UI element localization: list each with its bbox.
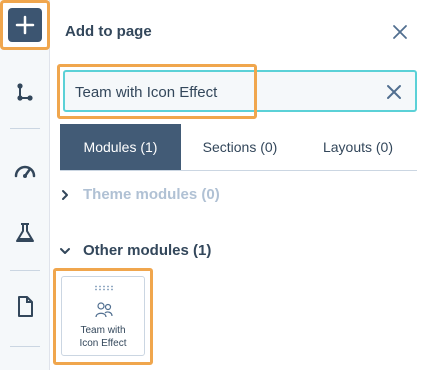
page-settings-button[interactable]: [12, 294, 38, 320]
add-button-highlight: [0, 0, 50, 50]
page-icon: [18, 296, 33, 317]
close-button[interactable]: [391, 23, 409, 41]
gauge-icon: [14, 165, 36, 178]
group-theme-modules[interactable]: Theme modules (0): [59, 186, 220, 203]
flask-icon: [16, 223, 34, 242]
rail-divider: [10, 270, 40, 271]
close-icon: [393, 25, 407, 39]
group-label: Other modules (1): [83, 242, 212, 259]
left-rail: [0, 0, 50, 370]
tab-modules[interactable]: Modules (1): [60, 124, 181, 170]
tab-sections[interactable]: Sections (0): [181, 124, 299, 170]
tab-bar: Modules (1) Sections (0) Layouts (0): [60, 124, 417, 171]
clear-search-button[interactable]: [385, 83, 403, 101]
chevron-right-icon: [62, 189, 68, 200]
structure-button[interactable]: [12, 80, 38, 106]
add-to-page-panel: Add to page Modules (1) Sections (0) Lay…: [51, 0, 429, 370]
search-highlight: [57, 64, 257, 119]
rail-divider: [10, 128, 40, 129]
tree-icon: [17, 83, 33, 101]
panel-title: Add to page: [65, 23, 152, 40]
chevron-down-icon: [60, 247, 70, 254]
rail-divider: [10, 346, 40, 347]
group-label: Theme modules (0): [83, 186, 220, 203]
tab-layouts[interactable]: Layouts (0): [299, 124, 417, 170]
add-icon: [15, 15, 35, 35]
optimize-button[interactable]: [12, 158, 38, 184]
add-button[interactable]: [8, 8, 42, 42]
module-card-highlight: [53, 268, 153, 365]
clear-icon: [387, 85, 401, 99]
group-other-modules[interactable]: Other modules (1): [59, 242, 211, 259]
test-button[interactable]: [12, 220, 38, 246]
